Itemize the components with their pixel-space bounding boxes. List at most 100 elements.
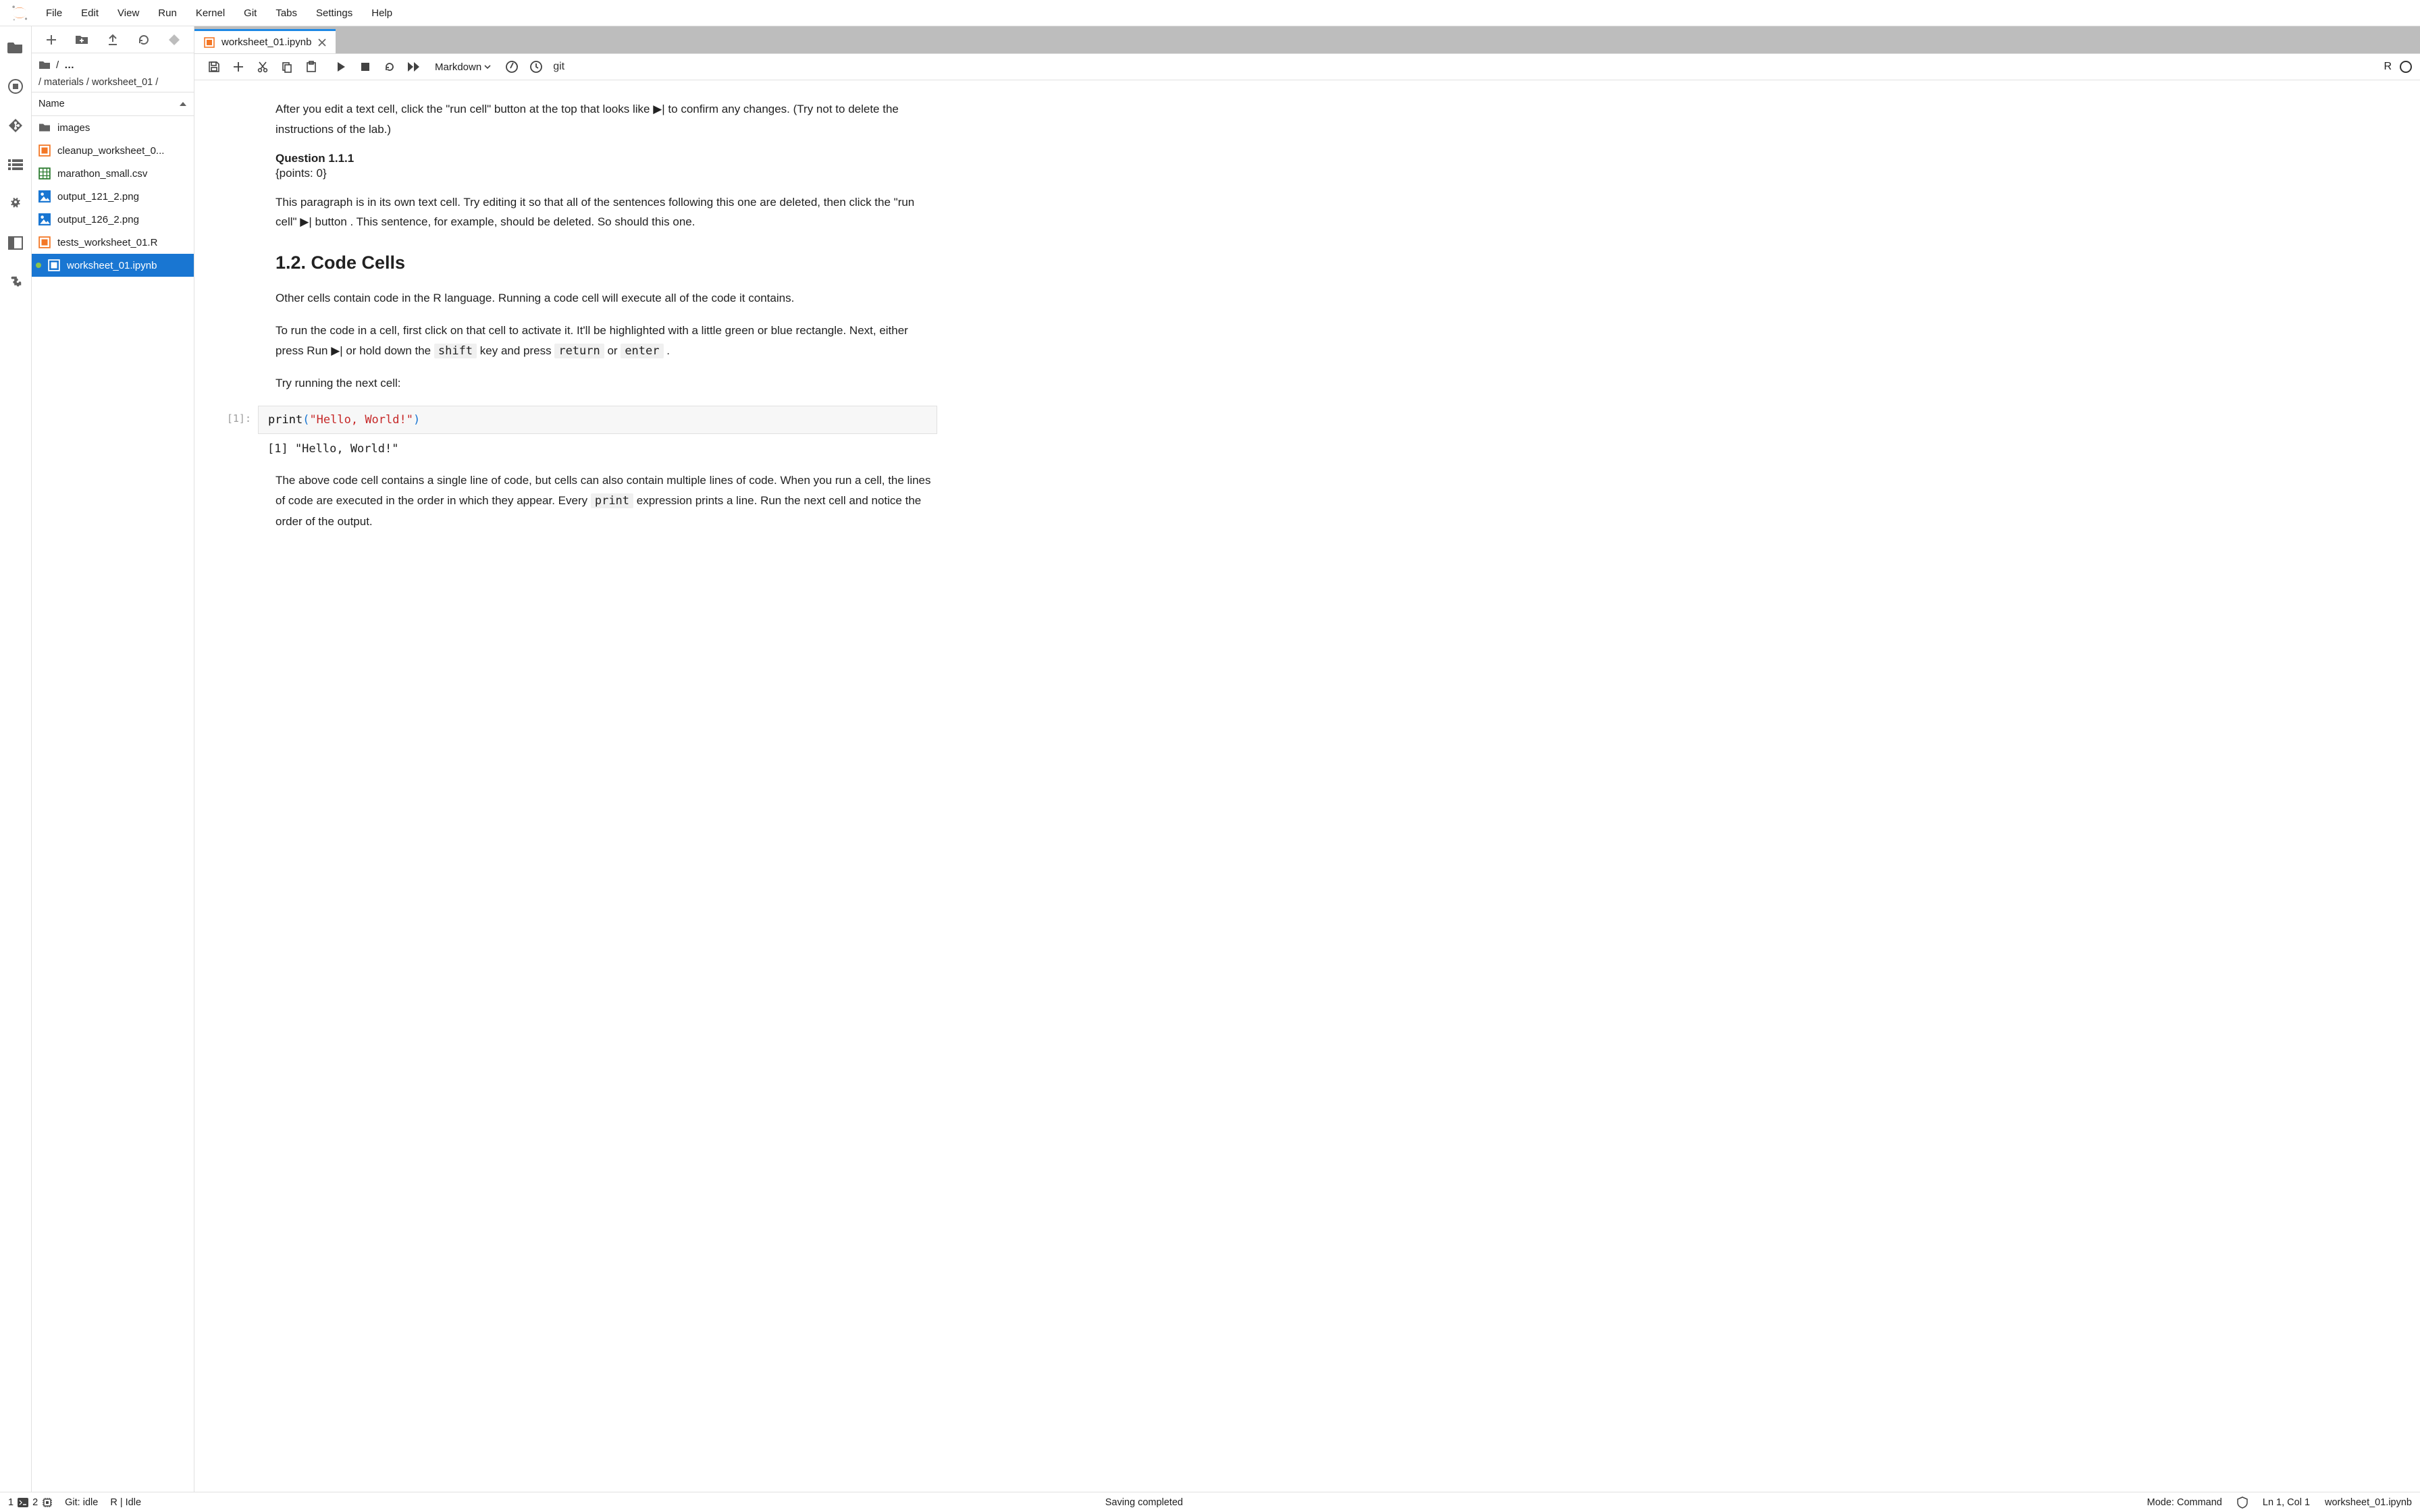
status-bar: 1 2 Git: idle R | Idle Saving completed …	[0, 1492, 2420, 1512]
heading-code-cells: 1.2. Code Cells	[275, 252, 937, 273]
filebrowser-toolbar	[32, 26, 194, 53]
git-toolbar-label[interactable]: git	[553, 61, 564, 73]
render-icon[interactable]	[500, 56, 523, 78]
file-row[interactable]: cleanup_worksheet_0...	[32, 139, 194, 162]
code-output-1: [1] "Hello, World!"	[217, 439, 937, 458]
save-icon[interactable]	[203, 56, 226, 78]
interrupt-icon[interactable]	[354, 56, 377, 78]
activity-extensions-icon[interactable]	[7, 273, 24, 291]
filebrowser-header-name: Name	[38, 99, 65, 109]
sort-asc-icon[interactable]	[179, 101, 187, 107]
upload-icon[interactable]	[104, 31, 122, 49]
cut-icon[interactable]	[251, 56, 274, 78]
activity-toc-icon[interactable]	[7, 156, 24, 173]
kernel-status-icon[interactable]	[2400, 61, 2412, 73]
activity-git-icon[interactable]	[7, 117, 24, 134]
insert-cell-icon[interactable]	[227, 56, 250, 78]
notebook-icon	[204, 37, 215, 48]
file-name: cleanup_worksheet_0...	[57, 145, 164, 157]
cell-type-select[interactable]: Markdown	[431, 60, 495, 74]
trusted-icon[interactable]	[2237, 1496, 2248, 1509]
activity-bar	[0, 26, 32, 1492]
status-kernel[interactable]: R | Idle	[110, 1497, 141, 1508]
terminal-icon[interactable]	[18, 1498, 28, 1507]
cell-prompt: [1]:	[217, 406, 258, 434]
question-title: Question 1.1.1	[275, 152, 937, 165]
status-mode[interactable]: Mode: Command	[2147, 1497, 2222, 1508]
question-points: {points: 0}	[275, 167, 937, 180]
status-terminals-count[interactable]: 1	[8, 1497, 14, 1508]
folder-icon[interactable]	[38, 60, 51, 70]
file-row[interactable]: marathon_small.csv	[32, 162, 194, 185]
breadcrumb-path[interactable]: / materials / worksheet_01 /	[32, 75, 194, 92]
activity-files-icon[interactable]	[7, 38, 24, 56]
menu-tabs[interactable]: Tabs	[266, 3, 307, 23]
cell-type-label: Markdown	[435, 61, 481, 73]
tab-worksheet[interactable]: worksheet_01.ipynb	[194, 29, 336, 53]
modified-dot-icon	[36, 263, 41, 268]
restart-icon[interactable]	[378, 56, 401, 78]
code-intro-1: Other cells contain code in the R langua…	[275, 288, 937, 308]
notebook-body[interactable]: After you edit a text cell, click the "r…	[194, 80, 2420, 1492]
tab-strip: worksheet_01.ipynb	[194, 26, 2420, 53]
code-cell-1[interactable]: [1]: print("Hello, World!")	[217, 406, 937, 434]
question-body: This paragraph is in its own text cell. …	[275, 192, 937, 233]
file-row[interactable]: output_121_2.png	[32, 185, 194, 208]
menu-file[interactable]: File	[36, 3, 72, 23]
menu-run[interactable]: Run	[149, 3, 186, 23]
menu-git[interactable]: Git	[234, 3, 266, 23]
cell-source[interactable]: print("Hello, World!")	[258, 406, 937, 434]
cell-output-text: [1] "Hello, World!"	[258, 439, 937, 458]
file-name: output_121_2.png	[57, 191, 139, 202]
chevron-down-icon	[484, 65, 491, 69]
intro-paragraph: After you edit a text cell, click the "r…	[275, 99, 937, 140]
refresh-icon[interactable]	[135, 31, 153, 49]
history-icon[interactable]	[525, 56, 548, 78]
git-filter-icon[interactable]	[165, 31, 183, 49]
file-name: images	[57, 122, 90, 134]
breadcrumb-more[interactable]: …	[64, 59, 74, 71]
editor-area: worksheet_01.ipynb Markdown	[194, 26, 2420, 1492]
jupyter-logo	[9, 3, 30, 23]
status-git[interactable]: Git: idle	[65, 1497, 98, 1508]
file-row[interactable]: images	[32, 116, 194, 139]
activity-running-icon[interactable]	[7, 78, 24, 95]
breadcrumb-bar: / …	[32, 53, 194, 75]
copy-icon[interactable]	[275, 56, 298, 78]
filebrowser-header[interactable]: Name	[32, 92, 194, 116]
menu-kernel[interactable]: Kernel	[186, 3, 234, 23]
kbd-return: return	[554, 344, 604, 358]
status-docname[interactable]: worksheet_01.ipynb	[2325, 1497, 2412, 1508]
file-name: worksheet_01.ipynb	[67, 260, 157, 271]
status-kernels-count[interactable]: 2	[32, 1497, 38, 1508]
paste-icon[interactable]	[300, 56, 323, 78]
menu-view[interactable]: View	[108, 3, 149, 23]
menu-edit[interactable]: Edit	[72, 3, 108, 23]
activity-sidepanels-icon[interactable]	[7, 234, 24, 252]
menu-settings[interactable]: Settings	[307, 3, 362, 23]
tab-title: worksheet_01.ipynb	[221, 36, 311, 48]
file-name: tests_worksheet_01.R	[57, 237, 157, 248]
file-row[interactable]: tests_worksheet_01.R	[32, 231, 194, 254]
file-list: images cleanup_worksheet_0... marathon_sma…	[32, 116, 194, 1492]
breadcrumb-root[interactable]: /	[56, 59, 59, 71]
file-row[interactable]: output_126_2.png	[32, 208, 194, 231]
new-folder-icon[interactable]	[73, 31, 90, 49]
restart-run-all-icon[interactable]	[402, 56, 425, 78]
kbd-enter: enter	[621, 344, 663, 358]
code-intro-2: To run the code in a cell, first click o…	[275, 321, 937, 362]
activity-gears-icon[interactable]	[7, 195, 24, 213]
chip-icon[interactable]	[42, 1497, 53, 1508]
notebook-toolbar: Markdown git R	[194, 53, 2420, 80]
file-row[interactable]: worksheet_01.ipynb	[32, 254, 194, 277]
run-icon[interactable]	[330, 56, 352, 78]
file-browser: / … / materials / worksheet_01 / Name im…	[32, 26, 194, 1492]
file-name: marathon_small.csv	[57, 168, 147, 180]
menu-help[interactable]: Help	[362, 3, 402, 23]
status-cursor[interactable]: Ln 1, Col 1	[2263, 1497, 2310, 1508]
code-after: The above code cell contains a single li…	[275, 470, 937, 531]
file-name: output_126_2.png	[57, 214, 139, 225]
close-icon[interactable]	[318, 38, 326, 47]
new-launcher-icon[interactable]	[43, 31, 60, 49]
kernel-name[interactable]: R	[2384, 61, 2392, 73]
